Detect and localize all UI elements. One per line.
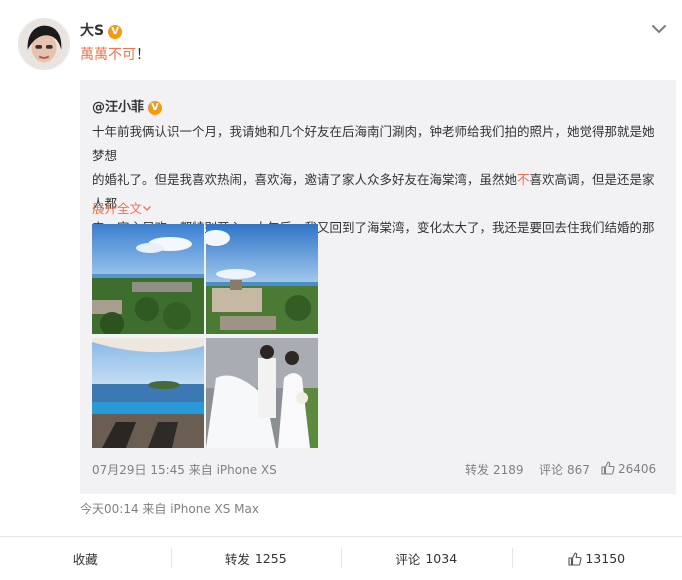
comment-button[interactable]: 评论 1034 [341, 537, 512, 580]
post-text: 萬萬不可！ [80, 44, 150, 64]
post-author[interactable]: 大S V [80, 20, 123, 40]
verified-badge-icon: V [148, 101, 163, 115]
expand-full-text-link[interactable]: 展开全文 [92, 198, 152, 217]
post-time-source[interactable]: 今天00:14 来自 iPhone XS Max [80, 500, 259, 517]
like-count[interactable]: 13150 [585, 551, 625, 566]
action-bar: 收藏 转发 1255 评论 1034 13150 [0, 536, 682, 580]
chevron-down-icon [142, 201, 152, 216]
repost-comment-button[interactable]: 评论 867 [539, 461, 590, 478]
expand-label[interactable]: 展开全文 [92, 201, 142, 216]
chevron-down-icon[interactable] [648, 18, 670, 40]
repost-panel: @汪小菲 V 十年前我俩认识一个月，我请她和几个好友在后海南门涮肉，钟老师给我们拍… [80, 80, 676, 494]
post-text-punct: ！ [136, 47, 150, 63]
favorite-button[interactable]: 收藏 [0, 537, 171, 580]
repost-time-source[interactable]: 07月29日 15:45 来自 iPhone XS [92, 461, 277, 478]
repost-author[interactable]: @汪小菲 V [92, 96, 163, 115]
repost-label[interactable]: 转发 [225, 549, 250, 568]
photo-thumbnail[interactable] [92, 224, 204, 334]
repost-text-highlight: 不 [517, 172, 530, 187]
like-count[interactable]: 26406 [618, 462, 656, 476]
photo-thumbnail[interactable] [206, 338, 318, 448]
comment-count[interactable]: 867 [567, 463, 590, 477]
repost-button[interactable]: 转发 1255 [170, 537, 342, 580]
repost-text-line: 十年前我俩认识一个月，我请她和几个好友在后海南门涮肉，钟老师给我们拍的照片，她觉… [92, 124, 655, 163]
weibo-card: 大S V 萬萬不可！ @汪小菲 V 十年前我俩认识一个月，我请她和几个好友在后海南门… [0, 0, 682, 580]
post-text-highlight: 萬萬不可 [80, 47, 136, 63]
comment-label[interactable]: 评论 [539, 463, 563, 477]
thumbs-up-icon[interactable] [568, 552, 582, 566]
avatar-image [19, 19, 69, 69]
like-button[interactable]: 13150 [511, 537, 682, 580]
comment-label[interactable]: 评论 [395, 549, 420, 568]
photo-thumbnail[interactable] [206, 224, 318, 334]
repost-like-button[interactable]: 26406 [601, 461, 656, 476]
verified-badge-icon: V [108, 25, 123, 39]
repost-author-name[interactable]: @汪小菲 [92, 100, 144, 115]
post-author-name[interactable]: 大S [80, 23, 104, 39]
avatar[interactable] [18, 18, 70, 70]
repost-label[interactable]: 转发 [465, 463, 489, 477]
favorite-label[interactable]: 收藏 [73, 549, 98, 568]
thumbs-up-icon[interactable] [601, 461, 615, 475]
repost-repost-button[interactable]: 转发 2189 [465, 461, 524, 478]
repost-count[interactable]: 1255 [255, 551, 287, 566]
photo-thumbnail[interactable] [92, 338, 204, 448]
repost-text-line: 的婚礼了。但是我喜欢热闹，喜欢海，邀请了家人众多好友在海棠湾，虽然她不喜欢高调，… [92, 172, 655, 211]
comment-count[interactable]: 1034 [425, 551, 457, 566]
repost-count[interactable]: 2189 [493, 463, 524, 477]
